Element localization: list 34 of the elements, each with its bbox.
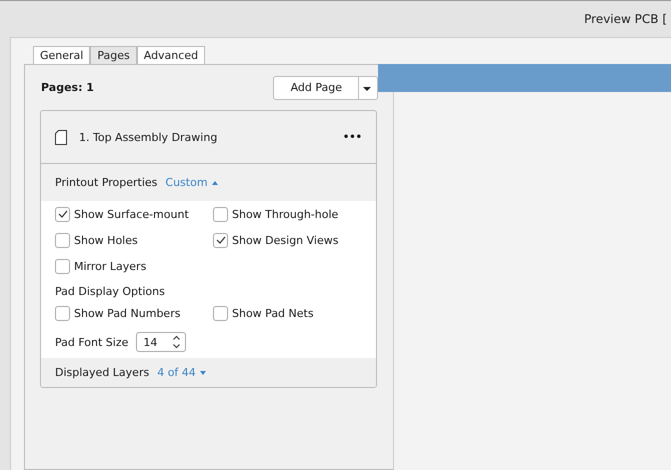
font-size-spinner[interactable]: 14	[136, 332, 186, 352]
checkbox-option[interactable]: Show Design Views	[213, 231, 362, 249]
page-icon	[55, 130, 67, 144]
checkbox-option[interactable]: Show Pad Nets	[213, 304, 362, 322]
checkbox[interactable]	[55, 306, 70, 320]
add-page-split-button[interactable]: Add Page	[272, 76, 378, 100]
tab[interactable]: General	[33, 46, 90, 64]
checkbox[interactable]	[55, 232, 70, 248]
check-icon	[58, 210, 68, 218]
layers-label: Displayed Layers	[55, 366, 150, 379]
checkbox[interactable]	[55, 206, 70, 222]
check-icon	[216, 236, 226, 244]
checkbox-option[interactable]: Show Through-hole	[213, 205, 362, 223]
checkbox[interactable]	[213, 206, 228, 222]
more-button[interactable]: •••	[342, 132, 362, 142]
checkbox-option[interactable]: Show Surface-mount	[55, 205, 213, 223]
checkbox[interactable]	[213, 232, 228, 248]
add-page-button[interactable]: Add Page	[290, 76, 358, 98]
font-size-label: Pad Font Size	[55, 336, 128, 348]
spinner-arrows-icon[interactable]	[172, 334, 182, 350]
printout-label: Printout Properties	[55, 176, 158, 189]
window-title: Preview PCB [	[584, 12, 667, 26]
caret-icon	[198, 370, 207, 376]
pages-count: Pages: 1	[41, 81, 94, 94]
tab[interactable]: Advanced	[136, 46, 206, 64]
page-title: 1. Top Assembly Drawing	[79, 130, 218, 144]
checkbox-option[interactable]: Show Holes	[55, 231, 213, 249]
checkbox[interactable]	[213, 306, 228, 320]
section-label: Pad Display Options	[55, 285, 166, 298]
checkbox-option[interactable]: Show Pad Numbers	[55, 304, 213, 322]
tab[interactable]: Pages	[90, 46, 137, 64]
checkbox[interactable]	[55, 258, 70, 274]
checkbox-option[interactable]: Mirror Layers	[55, 257, 213, 275]
caret-icon	[210, 180, 219, 186]
